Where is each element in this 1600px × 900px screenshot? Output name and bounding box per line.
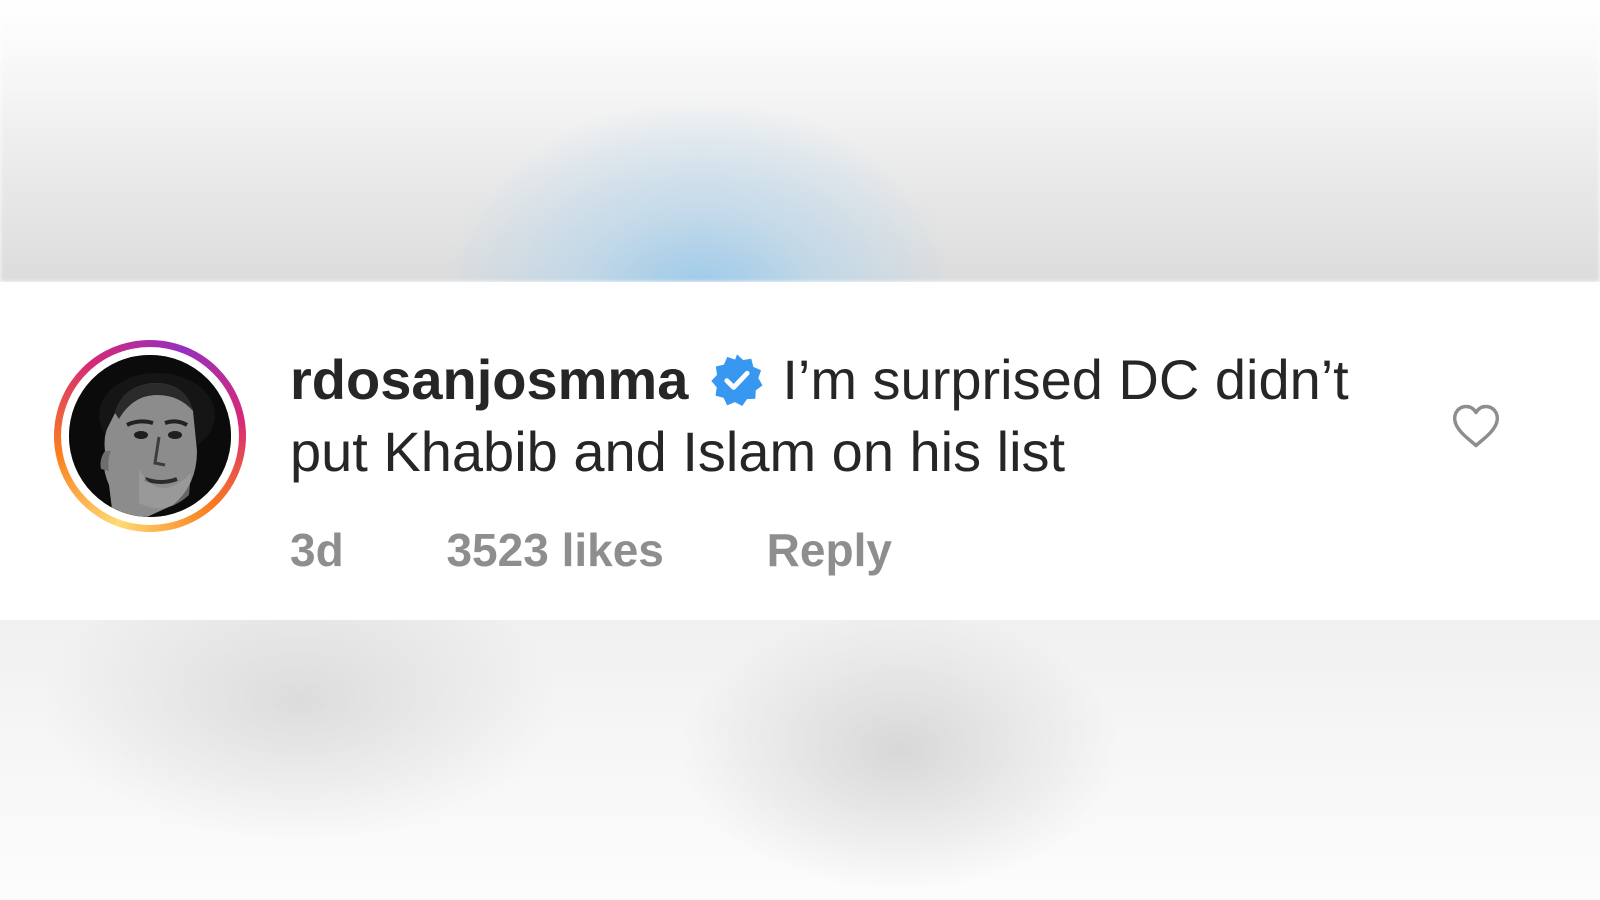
avatar[interactable]: [69, 355, 231, 517]
reply-button[interactable]: Reply: [767, 522, 892, 578]
comment-item: rdosanjosmma I’m surprised DC didn’t put …: [0, 282, 1600, 620]
verified-badge-icon: [711, 354, 763, 407]
comment-time[interactable]: 3d: [290, 522, 344, 578]
username-link[interactable]: rdosanjosmma: [290, 348, 688, 411]
blurred-background-top: [0, 0, 1600, 282]
comment-meta: 3d 3523 likes Reply: [290, 522, 892, 578]
story-ring[interactable]: [54, 340, 246, 532]
comment-body: rdosanjosmma I’m surprised DC didn’t put …: [290, 344, 1350, 488]
avatar-photo: [69, 355, 231, 517]
likes-count[interactable]: 3523 likes: [446, 522, 663, 578]
avatar-gap: [61, 347, 239, 525]
blurred-background-bottom: [0, 620, 1600, 900]
heart-outline-icon[interactable]: [1450, 400, 1502, 452]
